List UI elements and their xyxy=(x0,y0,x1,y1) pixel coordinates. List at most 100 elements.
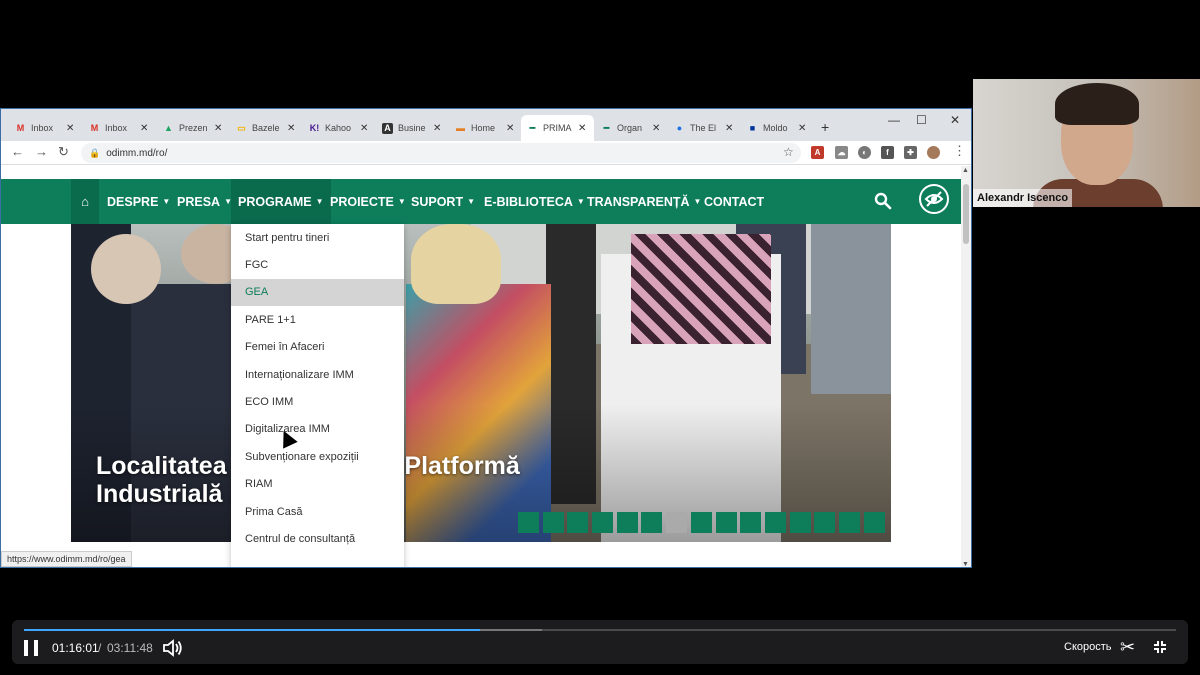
total-time: 03:11:48 xyxy=(107,641,153,655)
dropdown-item[interactable]: ECO IMM xyxy=(231,388,404,415)
new-tab-plus-icon[interactable]: + xyxy=(821,119,829,135)
pause-button[interactable] xyxy=(24,640,38,656)
browser-tab[interactable]: M Inbox ✕ xyxy=(9,115,82,141)
slider-dot[interactable] xyxy=(567,512,589,533)
nav-contact[interactable]: CONTACT xyxy=(704,179,764,224)
close-tab-icon[interactable]: ✕ xyxy=(140,123,148,134)
video-progress-bar[interactable] xyxy=(24,629,1176,631)
exit-fullscreen-icon[interactable] xyxy=(1153,640,1167,654)
address-url: odimm.md/ro/ xyxy=(106,147,168,159)
profile-avatar-icon[interactable] xyxy=(927,146,940,159)
globe-icon: ● xyxy=(676,123,683,133)
home-icon[interactable]: ⌂ xyxy=(71,179,99,224)
nav-programe[interactable]: PROGRAME ▼ xyxy=(231,179,331,224)
dropdown-item[interactable]: Digitalizarea IMM xyxy=(231,416,404,443)
slider-dot[interactable] xyxy=(789,512,811,533)
slider-dot[interactable] xyxy=(666,512,688,533)
slider-dot[interactable] xyxy=(715,512,737,533)
dropdown-item[interactable]: GEA xyxy=(231,278,404,307)
nav-ebiblioteca[interactable]: E-BIBLIOTECA ▼ xyxy=(484,179,585,224)
scrollbar-thumb[interactable] xyxy=(963,184,969,244)
close-tab-icon[interactable]: ✕ xyxy=(433,123,441,134)
minimize-icon[interactable]: — xyxy=(888,113,900,127)
close-tab-icon[interactable]: ✕ xyxy=(287,123,295,134)
close-tab-icon[interactable]: ✕ xyxy=(725,123,733,134)
browser-tab[interactable]: ▲ Prezen ✕ xyxy=(157,115,230,141)
close-tab-icon[interactable]: ✕ xyxy=(798,123,806,134)
dropdown-item[interactable]: FGC xyxy=(231,251,404,278)
dropdown-item[interactable]: Start pentru tineri xyxy=(231,224,404,251)
back-arrow-icon[interactable]: ← xyxy=(11,144,24,159)
close-window-icon[interactable]: ✕ xyxy=(950,113,960,127)
time-separator: / xyxy=(98,641,102,655)
tab-label: Bazele xyxy=(252,123,280,133)
dropdown-item[interactable]: Internaționalizare IMM xyxy=(231,361,404,388)
forward-arrow-icon[interactable]: → xyxy=(35,144,48,159)
pdf-extension-icon[interactable]: A xyxy=(811,146,824,159)
dropdown-item[interactable]: RIAM xyxy=(231,471,404,498)
close-tab-icon[interactable]: ✕ xyxy=(506,123,514,134)
speed-button[interactable]: Скорость xyxy=(1064,641,1112,653)
dropdown-item[interactable]: Prima Casă xyxy=(231,498,404,525)
nav-suport[interactable]: SUPORT ▼ xyxy=(411,179,475,224)
browser-tab[interactable]: ━ PRIMA ✕ xyxy=(521,115,594,141)
browser-tab[interactable]: ▬ Home ✕ xyxy=(449,115,522,141)
clip-scissors-icon[interactable]: ✂ xyxy=(1120,637,1135,658)
scroll-down-icon[interactable]: ▼ xyxy=(962,561,969,567)
browser-tab[interactable]: A Busine ✕ xyxy=(376,115,449,141)
close-tab-icon[interactable]: ✕ xyxy=(214,123,222,134)
slider-dot[interactable] xyxy=(616,512,638,533)
google-slides-icon: ▭ xyxy=(237,122,246,133)
tab-label: Kahoo xyxy=(325,123,352,133)
slider-dot[interactable] xyxy=(814,512,836,533)
search-icon[interactable] xyxy=(874,192,892,210)
maximize-icon[interactable]: ☐ xyxy=(916,113,927,127)
dropdown-item[interactable]: Femei în Afaceri xyxy=(231,334,404,361)
puzzle-extensions-icon[interactable]: ✚ xyxy=(904,146,917,159)
browser-tab[interactable]: M Inbox ✕ xyxy=(83,115,156,141)
nav-presa[interactable]: PRESA ▼ xyxy=(177,179,232,224)
browser-toolbar: ← → ↻ 🔒 odimm.md/ro/ ☆ A ☁ ◐ f ✚ ⋮ xyxy=(1,141,971,165)
slider-dot[interactable] xyxy=(518,512,539,533)
slider-dot[interactable] xyxy=(863,512,885,533)
browser-tab[interactable]: K! Kahoo ✕ xyxy=(303,115,376,141)
cloud-extension-icon[interactable]: ☁ xyxy=(835,146,848,159)
close-tab-icon[interactable]: ✕ xyxy=(652,123,660,134)
close-tab-icon[interactable]: ✕ xyxy=(360,123,368,134)
nav-proiecte[interactable]: PROIECTE ▼ xyxy=(330,179,406,224)
browser-tab[interactable]: ━ Organ ✕ xyxy=(595,115,668,141)
slider-dot[interactable] xyxy=(641,512,663,533)
kebab-menu-icon[interactable]: ⋮ xyxy=(953,143,966,159)
accessibility-eye-icon[interactable] xyxy=(919,184,949,214)
dropdown-item[interactable]: Centrul de consultanță xyxy=(231,525,404,552)
slider-dot[interactable] xyxy=(542,512,564,533)
participant-name: Alexandr Iscenco xyxy=(973,189,1073,207)
circle-extension-icon[interactable]: ◐ xyxy=(858,146,871,159)
nav-despre[interactable]: DESPRE ▼ xyxy=(107,179,170,224)
browser-tab[interactable]: ■ Moldo ✕ xyxy=(741,115,814,141)
facebook-extension-icon[interactable]: f xyxy=(881,146,894,159)
tab-label: Inbox xyxy=(105,123,128,133)
programe-dropdown-menu: Start pentru tineri FGC GEA PARE 1+1 Femei î… xyxy=(231,224,404,567)
reload-icon[interactable]: ↻ xyxy=(58,144,69,160)
odimm-icon: ━ xyxy=(529,122,536,133)
address-bar[interactable]: 🔒 odimm.md/ro/ xyxy=(81,143,801,163)
scroll-up-icon[interactable]: ▲ xyxy=(962,167,969,174)
tab-label: Inbox xyxy=(31,123,54,133)
slider-dot[interactable] xyxy=(690,512,712,533)
slider-dot[interactable] xyxy=(740,512,762,533)
dropdown-item[interactable]: PARE 1+1 xyxy=(231,306,404,333)
nav-transparen[interactable]: TRANSPARENȚĂ ▼ xyxy=(587,179,701,224)
browser-tab[interactable]: ● The El ✕ xyxy=(668,115,741,141)
page-scrollbar[interactable]: ▲ ▼ xyxy=(961,166,971,567)
slider-dot[interactable] xyxy=(838,512,860,533)
close-tab-icon[interactable]: ✕ xyxy=(578,123,586,134)
hero-slider[interactable]: Localitatea ... va găzdui o Platformă In… xyxy=(71,224,891,542)
slider-dot[interactable] xyxy=(764,512,786,533)
bookmark-star-icon[interactable]: ☆ xyxy=(783,145,794,159)
volume-icon[interactable] xyxy=(162,639,184,657)
close-tab-icon[interactable]: ✕ xyxy=(66,123,74,134)
dropdown-item[interactable]: Subvenționare expoziții xyxy=(231,443,404,470)
slider-dot[interactable] xyxy=(592,512,614,533)
browser-tab[interactable]: ▭ Bazele ✕ xyxy=(230,115,303,141)
